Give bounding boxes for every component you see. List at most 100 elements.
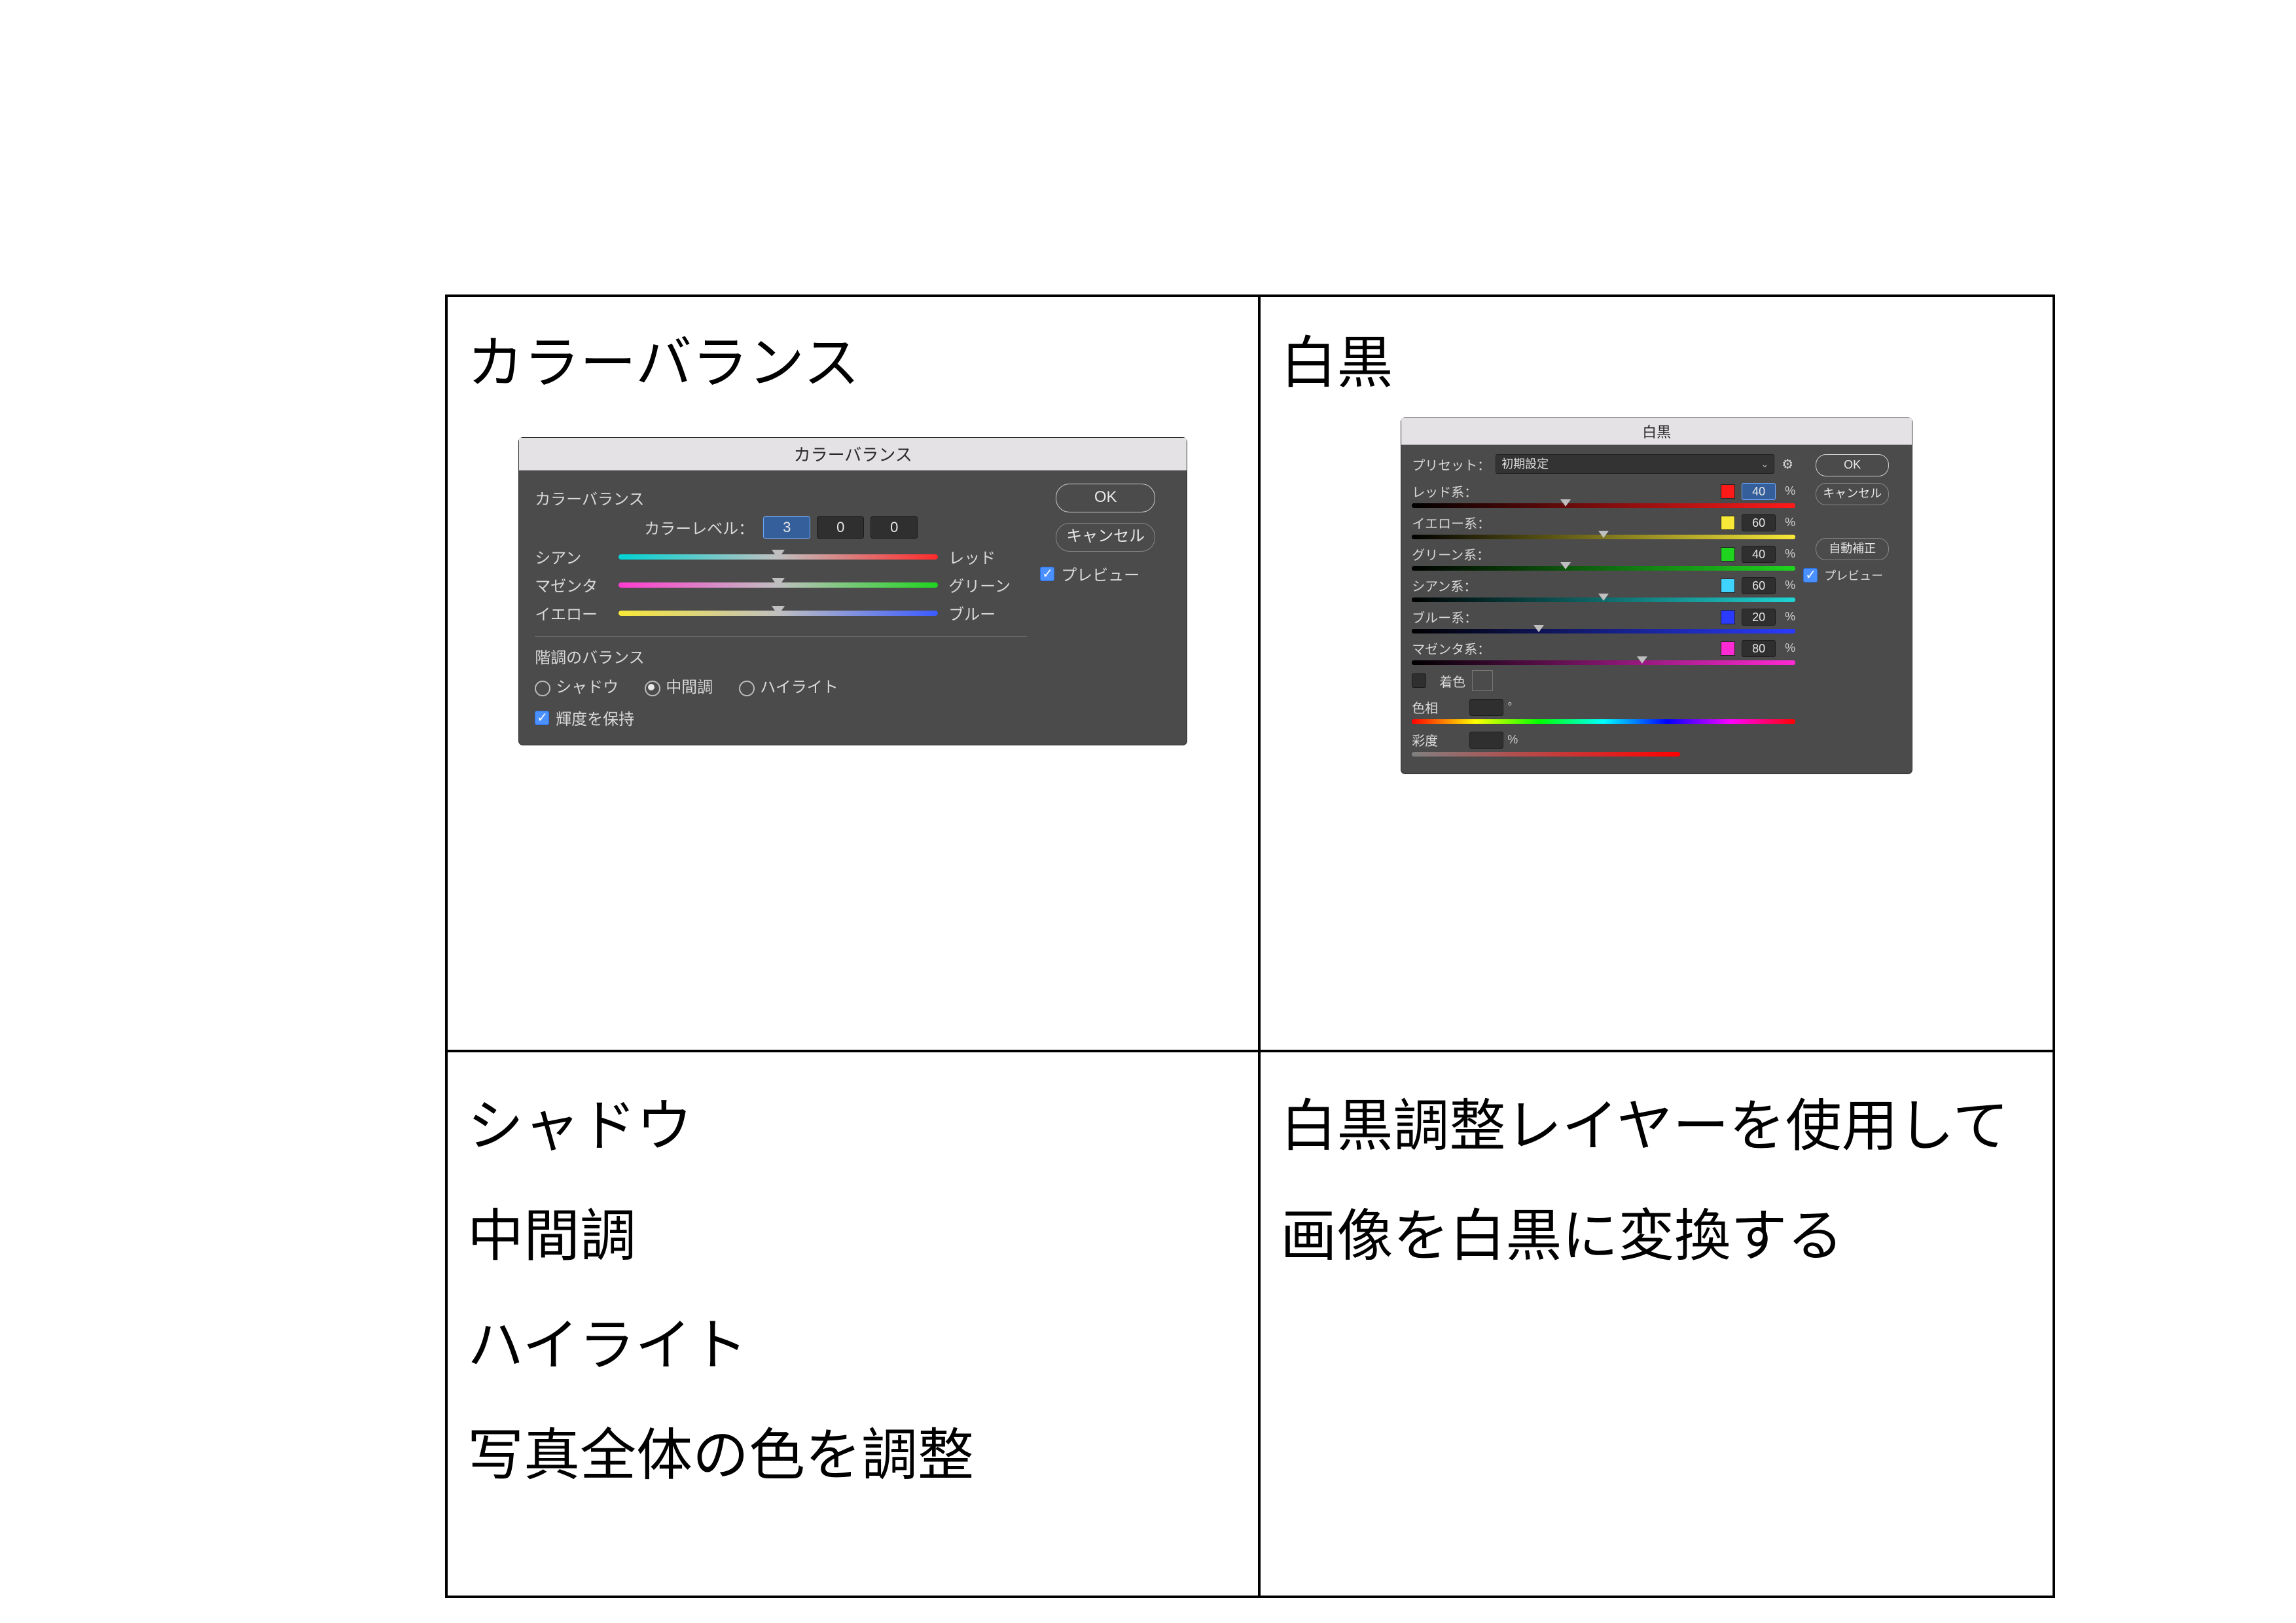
desc-text-color-balance: シャドウ中間調ハイライト写真全体の色を調整 [467,1072,1238,1511]
chevron-down-icon: ⌄ [1761,455,1768,473]
color-level-input-2[interactable]: 0 [817,516,864,539]
percent-sign: % [1776,641,1795,655]
label-red: レッド [943,545,1027,568]
radio-icon [535,681,550,696]
preserve-luminosity-row[interactable]: 輝度を保持 [535,706,1027,729]
bw-channel-label: シアン系： [1412,576,1497,595]
layout-grid: カラーバランス カラーバランス カラーバランス カラーレベル： 3 0 0 シア… [445,294,2055,1598]
ok-button[interactable]: OK [1056,484,1155,512]
color-swatch-icon [1721,579,1735,593]
saturation-label: 彩度 [1412,730,1464,749]
bw-channel-row: シアン系： 60% [1412,576,1795,595]
preview-row[interactable]: プレビュー [1040,562,1171,585]
color-level-input-1[interactable]: 3 [763,516,810,539]
section-label-color-balance: カラーバランス [535,486,1027,509]
percent-sign: % [1776,610,1795,624]
color-levels-label: カラーレベル： [644,516,754,539]
bw-channel-row: マゼンタ系： 80% [1412,639,1795,658]
preview-label: プレビュー [1824,567,1883,584]
hue-value-input[interactable] [1469,699,1503,716]
slider-thumb[interactable] [772,550,785,559]
ok-button[interactable]: OK [1816,454,1889,476]
color-swatch-icon [1721,610,1735,624]
bw-channel-slider[interactable] [1412,597,1795,602]
checkbox-icon [1040,567,1054,581]
hue-slider[interactable] [1412,719,1795,724]
radio-shadows-group[interactable]: シャドウ [535,674,619,697]
slider-yellow-blue[interactable] [619,611,938,616]
radio-icon [739,681,755,696]
slider-thumb[interactable] [772,578,785,587]
saturation-value-input[interactable] [1469,732,1503,749]
slider-thumb[interactable] [1560,562,1571,569]
slider-thumb[interactable] [1534,625,1544,632]
cancel-button[interactable]: キャンセル [1056,523,1155,552]
bw-channel-row: レッド系： 40% [1412,482,1795,501]
slider-thumb[interactable] [1637,656,1647,664]
bw-channel-slider[interactable] [1412,629,1795,633]
radio-midtones-group[interactable]: 中間調 [645,674,713,697]
bw-channel-value-input[interactable]: 40 [1742,483,1776,500]
percent-sign: % [1776,484,1795,498]
checkbox-icon [1803,568,1818,582]
cell-title-color-balance: カラーバランス [467,317,1238,399]
desc-text-black-white: 白黒調整レイヤーを使用して画像を白黒に変換する [1280,1072,2033,1291]
checkbox-icon [535,711,549,725]
color-swatch-icon [1721,516,1735,530]
preset-select[interactable]: 初期設定 ⌄ [1496,454,1774,474]
radio-highlights-label: ハイライト [760,679,838,696]
hue-label: 色相 [1412,698,1464,717]
radio-highlights-group[interactable]: ハイライト [739,674,838,697]
bw-channel-value-input[interactable]: 60 [1742,577,1776,594]
bw-channel-row: イエロー系：60% [1412,513,1795,532]
tint-color-swatch[interactable] [1472,670,1493,691]
percent-sign: % [1776,579,1795,592]
bw-channel-value-input[interactable]: 40 [1742,546,1776,563]
label-cyan: シアン [535,545,613,568]
percent-sign: % [1507,733,1518,747]
color-level-input-3[interactable]: 0 [870,516,918,539]
cell-color-balance-desc: シャドウ中間調ハイライト写真全体の色を調整 [446,1051,1259,1597]
slider-magenta-green[interactable] [619,582,938,588]
color-levels-row: カラーレベル： 3 0 0 [535,516,1027,539]
dialog-title: カラーバランス [519,438,1187,471]
label-blue: ブルー [943,601,1027,624]
bw-channel-slider[interactable] [1412,660,1795,665]
preserve-luminosity-label: 輝度を保持 [556,706,634,729]
bw-channel-label: マゼンタ系： [1412,639,1497,658]
radio-shadows-label: シャドウ [556,679,619,696]
preset-value: 初期設定 [1501,455,1549,473]
cell-color-balance: カラーバランス カラーバランス カラーバランス カラーレベル： 3 0 0 シア… [446,296,1259,1051]
black-white-dialog: 白黒 プリセット： 初期設定 ⌄ ⚙︎ レッド系：40%イエロー系：60%グリー… [1401,418,1912,774]
divider [535,636,1027,637]
color-balance-dialog: カラーバランス カラーバランス カラーレベル： 3 0 0 シアン [519,438,1187,745]
radio-icon [645,681,660,696]
slider-thumb[interactable] [772,606,785,615]
auto-button[interactable]: 自動補正 [1816,538,1889,560]
bw-channel-slider[interactable] [1412,503,1795,508]
bw-channel-value-input[interactable]: 80 [1742,640,1776,657]
bw-channel-row: ブルー系：20% [1412,607,1795,626]
slider-cyan-red[interactable] [619,554,938,560]
label-magenta: マゼンタ [535,573,613,596]
bw-channel-slider[interactable] [1412,535,1795,539]
bw-channel-value-input[interactable]: 20 [1742,609,1776,626]
preview-label: プレビュー [1061,562,1139,585]
saturation-slider[interactable] [1412,752,1680,757]
checkbox-icon [1412,673,1426,688]
section-label-tone-balance: 階調のバランス [535,645,1027,668]
label-green: グリーン [943,573,1027,596]
preview-row[interactable]: プレビュー [1803,567,1901,584]
gear-icon[interactable]: ⚙︎ [1780,456,1795,472]
slider-thumb[interactable] [1560,499,1571,507]
label-yellow: イエロー [535,601,613,624]
dialog-title: 白黒 [1401,418,1912,445]
cancel-button[interactable]: キャンセル [1816,483,1889,505]
slider-thumb[interactable] [1598,594,1609,601]
slider-thumb[interactable] [1598,531,1609,538]
bw-channel-label: レッド系： [1412,482,1497,501]
tint-row[interactable]: 着色 [1412,670,1795,691]
bw-channel-label: グリーン系： [1412,544,1497,563]
bw-channel-value-input[interactable]: 60 [1742,514,1776,531]
bw-channel-slider[interactable] [1412,566,1795,571]
